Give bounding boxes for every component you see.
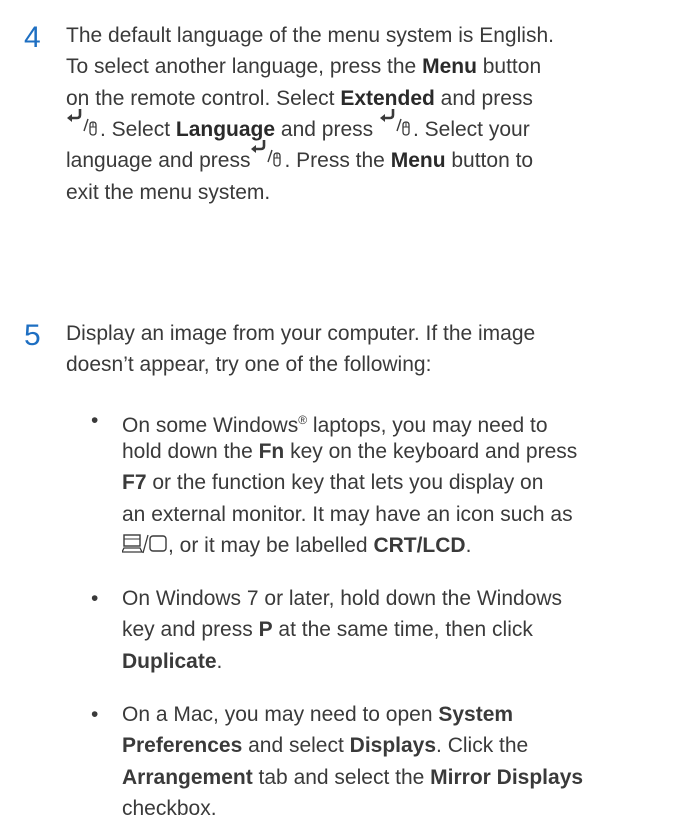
bullet-marker: • xyxy=(91,408,99,432)
enter-mouse-icon xyxy=(66,108,100,139)
paragraph-line: To select another language, press the Me… xyxy=(66,51,686,82)
emphasis-text: Duplicate xyxy=(122,649,217,673)
bullet-marker: • xyxy=(91,587,99,611)
text-run: laptops, you may need to xyxy=(307,413,548,437)
bullet-line: F7 or the function key that lets you dis… xyxy=(122,467,688,498)
text-run: . xyxy=(216,649,223,673)
text-run: . Select xyxy=(100,117,176,141)
bullet-line: On Windows 7 or later, hold down the Win… xyxy=(122,583,688,614)
paragraph-line: exit the menu system. xyxy=(66,177,686,208)
text-run: doesn’t appear, try one of the following… xyxy=(66,353,432,377)
enter-mouse-icon xyxy=(250,140,284,170)
text-run: and select xyxy=(242,734,350,758)
bullet-line: Arrangement tab and select the Mirror Di… xyxy=(122,762,688,793)
text-run: The default language of the menu system … xyxy=(66,24,554,47)
text-run: . Press the xyxy=(284,149,391,173)
paragraph-line: Display an image from your computer. If … xyxy=(66,318,686,349)
text-run: an external monitor. It may have an icon… xyxy=(122,502,573,526)
text-run: or the function key that lets you displa… xyxy=(146,471,544,495)
text-run: . Select your xyxy=(412,117,530,141)
emphasis-text: System xyxy=(438,703,514,726)
bullet-line: key and press P at the same time, then c… xyxy=(122,614,688,645)
registered-mark: ® xyxy=(298,412,308,427)
text-run: hold down the xyxy=(122,439,259,463)
paragraph-line: doesn’t appear, try one of the following… xyxy=(66,349,686,380)
text-run: On Windows 7 or later, hold down the Win… xyxy=(122,587,563,611)
text-run: checkbox. xyxy=(122,796,217,820)
paragraph-line: The default language of the menu system … xyxy=(66,20,686,51)
bullet-line: hold down the Fn key on the keyboard and… xyxy=(122,436,688,467)
text-run: and press xyxy=(275,117,379,141)
emphasis-text: Fn xyxy=(258,439,285,463)
emphasis-text: Menu xyxy=(390,149,446,173)
text-run: key and press xyxy=(122,618,259,642)
bullet-marker: • xyxy=(91,703,99,726)
bullet-line: , or it may be labelled CRT/LCD. xyxy=(120,530,688,564)
paragraph-line: on the remote control. Select Extended a… xyxy=(66,83,686,114)
enter-mouse-icon xyxy=(379,108,413,139)
emphasis-text: Displays xyxy=(349,734,437,758)
text-run: On a Mac, you may need to open xyxy=(122,703,439,726)
paragraph-line: . Select Language and press . Select you… xyxy=(66,108,686,145)
bullet-line: checkbox. xyxy=(122,793,688,824)
step-number: 4 xyxy=(24,21,41,54)
bullet-line: Preferences and select Displays. Click t… xyxy=(122,730,688,761)
emphasis-text: F7 xyxy=(122,471,147,495)
text-run: at the same time, then click xyxy=(272,618,533,642)
bullet-line: Duplicate. xyxy=(122,646,688,677)
step-number: 5 xyxy=(24,319,41,352)
text-run: . xyxy=(465,533,472,557)
text-run: Display an image from your computer. If … xyxy=(66,322,536,345)
text-run: language and press xyxy=(66,149,251,173)
text-run: button xyxy=(476,55,542,79)
bullet-line: an external monitor. It may have an icon… xyxy=(122,499,688,530)
text-run: , or it may be labelled xyxy=(168,533,374,557)
text-run: button to xyxy=(445,149,534,173)
text-run: . Click the xyxy=(436,734,529,758)
emphasis-text: Preferences xyxy=(122,734,243,758)
text-run: on the remote control. Select xyxy=(66,86,341,110)
emphasis-text: Mirror Displays xyxy=(430,765,584,789)
emphasis-text: CRT/LCD xyxy=(373,533,466,557)
text-run: exit the menu system. xyxy=(66,180,271,204)
bullet-line: On a Mac, you may need to open System xyxy=(122,699,688,730)
text-run: key on the keyboard and press xyxy=(284,439,578,463)
emphasis-text: Arrangement xyxy=(122,765,253,789)
laptop-monitor-icon xyxy=(120,533,168,564)
text-run: and press xyxy=(434,86,533,110)
emphasis-text: P xyxy=(258,618,273,642)
text-run: tab and select the xyxy=(252,765,431,789)
text-run: On some Windows xyxy=(122,413,299,437)
paragraph-line: language and press . Press the Menu butto… xyxy=(66,140,686,176)
text-run: To select another language, press the xyxy=(66,55,423,79)
emphasis-text: Menu xyxy=(422,55,477,79)
